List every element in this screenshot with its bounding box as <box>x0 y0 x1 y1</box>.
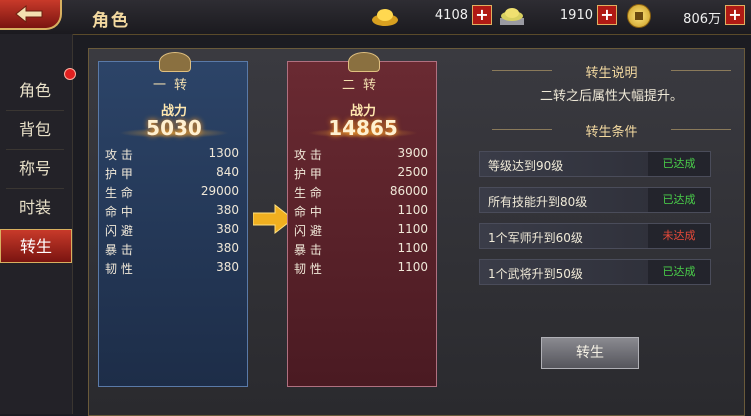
sidebar-item-title[interactable]: 称号 <box>0 152 70 186</box>
stat-value: 380 <box>216 241 239 255</box>
card-title: 一转 <box>152 78 195 93</box>
condition-row: 1个军师升到60级 未达成 <box>479 223 711 249</box>
stat-name: 护 甲 <box>294 167 322 181</box>
stat-value: 1100 <box>397 203 428 217</box>
stat-value: 1100 <box>397 260 428 274</box>
stat-value: 29000 <box>200 184 239 198</box>
stat-row: 命 中 1100 <box>294 203 434 221</box>
conditions-title: 转生条件 <box>484 121 739 140</box>
condition-status: 已达成 <box>648 260 710 284</box>
card-title: 二转 <box>341 78 384 93</box>
sidebar-divider <box>6 110 64 111</box>
stat-row: 闪 避 1100 <box>294 222 434 240</box>
stat-name: 暴 击 <box>105 243 133 257</box>
stat-name: 生 命 <box>294 186 322 200</box>
sidebar-divider <box>6 188 64 189</box>
stat-name: 闪 避 <box>105 224 133 238</box>
condition-text: 1个武将升到50级 <box>488 267 583 281</box>
stat-value: 380 <box>216 222 239 236</box>
stat-value: 1100 <box>397 222 428 236</box>
copper-coin-resource: 806万 + <box>625 4 745 28</box>
stat-value: 86000 <box>389 184 428 198</box>
stat-name: 韧 性 <box>105 262 133 276</box>
sidebar: 角色 背包 称号 时装 转生 <box>0 34 73 414</box>
stat-row: 生 命 86000 <box>294 184 434 202</box>
power-value: 5030 <box>146 116 202 140</box>
add-coin-button[interactable]: + <box>725 5 745 25</box>
stat-row: 韧 性 380 <box>105 260 245 278</box>
stat-row: 攻 击 1300 <box>105 146 245 164</box>
condition-status: 已达成 <box>648 152 710 176</box>
stat-row: 护 甲 2500 <box>294 165 434 183</box>
stat-value: 2500 <box>397 165 428 179</box>
condition-row: 所有技能升到80级 已达成 <box>479 187 711 213</box>
page-title: 角色 <box>92 11 130 31</box>
stat-value: 1300 <box>208 146 239 160</box>
stat-row: 暴 击 1100 <box>294 241 434 259</box>
silver-ingot-icon <box>500 8 524 25</box>
stat-row: 闪 避 380 <box>105 222 245 240</box>
condition-text: 所有技能升到80级 <box>488 195 588 209</box>
explain-text: 二转之后属性大幅提升。 <box>539 89 683 104</box>
copper-coin-value: 806万 <box>683 12 721 27</box>
stat-row: 韧 性 1100 <box>294 260 434 278</box>
stat-row: 生 命 29000 <box>105 184 245 202</box>
stat-name: 生 命 <box>105 186 133 200</box>
gold-ingot-resource: 4108 + <box>370 4 492 28</box>
stat-name: 命 中 <box>294 205 322 219</box>
stat-name: 护 甲 <box>105 167 133 181</box>
silver-ingot-value: 1910 <box>559 8 593 23</box>
rebirth-panel: 一转 战力 5030 攻 击 1300 护 甲 840 生 命 29000 命 中 38… <box>88 48 745 416</box>
condition-row: 等级达到90级 已达成 <box>479 151 711 177</box>
copper-coin-icon <box>627 4 651 28</box>
rebirth-button[interactable]: 转生 <box>541 337 639 369</box>
first-rebirth-card: 一转 战力 5030 攻 击 1300 护 甲 840 生 命 29000 命 中 38… <box>98 52 248 387</box>
stat-name: 攻 击 <box>294 148 322 162</box>
gold-ingot-icon <box>372 9 398 26</box>
back-arrow-icon <box>15 4 43 24</box>
power-value: 14865 <box>328 116 398 140</box>
stat-name: 暴 击 <box>294 243 322 257</box>
stat-row: 护 甲 840 <box>105 165 245 183</box>
stat-value: 840 <box>216 165 239 179</box>
stat-row: 攻 击 3900 <box>294 146 434 164</box>
silver-ingot-resource: 1910 + <box>497 4 617 28</box>
stat-row: 命 中 380 <box>105 203 245 221</box>
gold-ingot-value: 4108 <box>434 8 468 23</box>
sidebar-item-rebirth[interactable]: 转生 <box>0 229 72 263</box>
back-button[interactable] <box>0 0 62 30</box>
stat-value: 380 <box>216 260 239 274</box>
sidebar-item-character[interactable]: 角色 <box>0 74 70 108</box>
sidebar-item-bag[interactable]: 背包 <box>0 113 70 147</box>
stat-value: 380 <box>216 203 239 217</box>
condition-status: 未达成 <box>648 224 710 248</box>
stat-name: 韧 性 <box>294 262 322 276</box>
stat-value: 1100 <box>397 241 428 255</box>
stat-name: 攻 击 <box>105 148 133 162</box>
condition-text: 1个军师升到60级 <box>488 231 583 245</box>
beast-crest-icon <box>348 52 380 72</box>
explain-title: 转生说明 <box>484 62 739 81</box>
condition-status: 已达成 <box>648 188 710 212</box>
sidebar-divider <box>6 149 64 150</box>
stat-name: 命 中 <box>105 205 133 219</box>
stat-value: 3900 <box>397 146 428 160</box>
beast-crest-icon <box>159 52 191 72</box>
condition-row: 1个武将升到50级 已达成 <box>479 259 711 285</box>
stat-row: 暴 击 380 <box>105 241 245 259</box>
stat-name: 闪 避 <box>294 224 322 238</box>
add-gold-button[interactable]: + <box>472 5 492 25</box>
sidebar-item-fashion[interactable]: 时装 <box>0 191 70 225</box>
add-silver-button[interactable]: + <box>597 5 617 25</box>
top-bar: 角色 4108 + 1910 + 806万 + <box>0 0 751 35</box>
condition-text: 等级达到90级 <box>488 159 564 173</box>
notification-dot <box>64 68 76 80</box>
second-rebirth-card: 二转 战力 14865 攻 击 3900 护 甲 2500 生 命 86000 命 中… <box>287 52 437 387</box>
